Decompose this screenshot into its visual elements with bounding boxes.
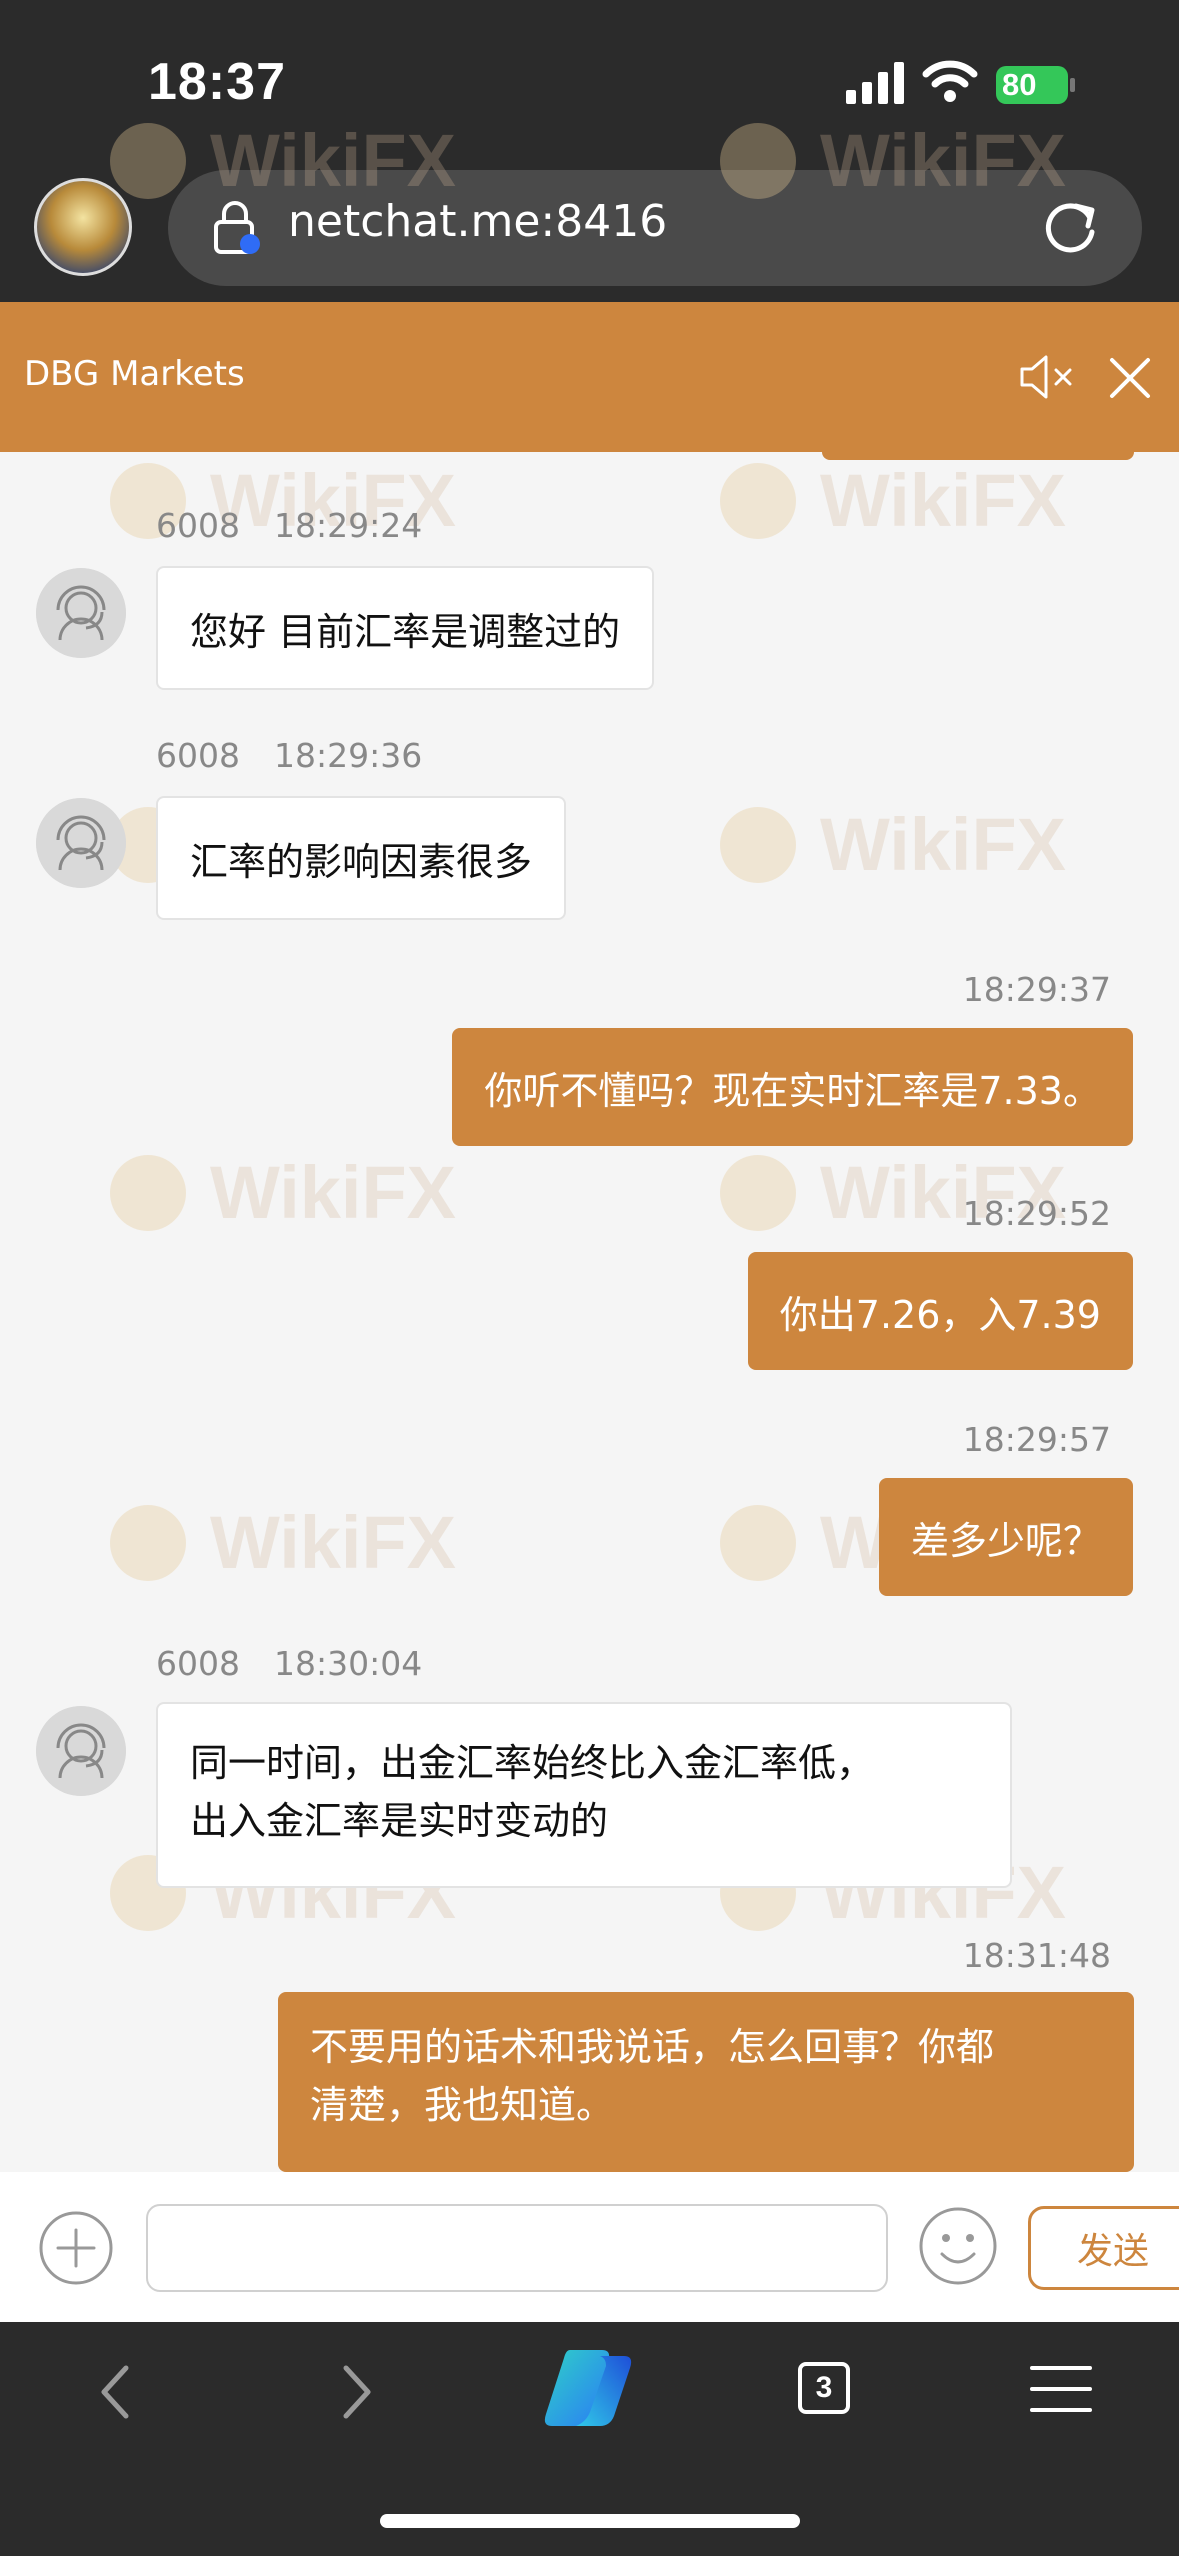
- wifi-icon: [922, 60, 978, 102]
- watermark: WikiFX: [110, 1150, 456, 1235]
- agent-avatar-icon: [36, 1706, 126, 1796]
- message-sender: 6008: [156, 506, 240, 545]
- message-time: 18:29:37: [962, 970, 1111, 1009]
- message-time: 18:29:52: [962, 1194, 1111, 1233]
- message-bubble: 你出7.26，入7.39: [747, 1252, 1133, 1370]
- lock-icon: [214, 201, 260, 254]
- emoji-icon[interactable]: [918, 2206, 998, 2286]
- battery-level: 80: [1002, 67, 1037, 102]
- message-sender: 6008: [156, 1644, 240, 1683]
- message-bubble: 汇率的影响因素很多: [156, 796, 567, 920]
- message-bubble: 不要用的话术和我说话，怎么回事？你都 清楚，我也知道。: [278, 1992, 1134, 2172]
- agent-avatar-icon: [36, 568, 126, 658]
- close-icon[interactable]: [1108, 356, 1152, 400]
- watermark: WikiFX: [110, 118, 456, 203]
- message-time: 18:31:48: [962, 1936, 1111, 1975]
- message-input[interactable]: [146, 2204, 888, 2292]
- watermark: WikiFX: [720, 802, 1066, 887]
- copilot-icon[interactable]: [540, 2346, 636, 2430]
- message-time: 18:29:36: [274, 736, 423, 775]
- url-text[interactable]: netchat.me:8416: [288, 196, 667, 247]
- watermark: WikiFX: [720, 458, 1066, 543]
- message-time: 18:29:24: [274, 506, 423, 545]
- watermark-logo-icon: [110, 1154, 186, 1231]
- tabs-icon[interactable]: 3: [798, 2362, 850, 2414]
- previous-message-bubble: [822, 440, 1134, 460]
- message-line: 出入金汇率是实时变动的: [190, 1799, 609, 1843]
- message-sender: 6008: [156, 736, 240, 775]
- mute-icon[interactable]: [1018, 352, 1076, 402]
- message-time: 18:29:57: [962, 1420, 1111, 1459]
- reload-icon[interactable]: [1040, 196, 1102, 258]
- message-line: 同一时间，出金汇率始终比入金汇率低，: [190, 1741, 875, 1785]
- menu-icon[interactable]: [1030, 2364, 1092, 2414]
- watermark: WikiFX: [110, 1500, 456, 1585]
- chat-title: DBG Markets: [24, 354, 245, 394]
- back-icon[interactable]: [96, 2362, 136, 2422]
- message-bubble: 您好 目前汇率是调整过的: [156, 566, 655, 690]
- message-line: 清楚，我也知道。: [310, 2083, 615, 2127]
- message-line: 不要用的话术和我说话，怎么回事？你都: [310, 2025, 995, 2069]
- status-time: 18:37: [148, 53, 286, 111]
- watermark-logo-icon: [720, 122, 796, 199]
- watermark-logo-icon: [110, 122, 186, 199]
- home-indicator: [380, 2514, 800, 2528]
- watermark-logo-icon: [720, 806, 796, 883]
- message-bubble: 差多少呢？: [878, 1478, 1133, 1596]
- watermark-logo-icon: [110, 1504, 186, 1581]
- plus-icon[interactable]: [38, 2210, 114, 2286]
- message-bubble: 你听不懂吗？现在实时汇率是7.33。: [452, 1028, 1133, 1146]
- agent-avatar-icon: [36, 798, 126, 888]
- signal-icon: [846, 62, 904, 104]
- watermark-logo-icon: [720, 1154, 796, 1231]
- battery-icon: 80: [996, 66, 1075, 104]
- send-button[interactable]: 发送: [1028, 2206, 1179, 2290]
- forward-icon[interactable]: [336, 2362, 376, 2422]
- message-bubble: 同一时间，出金汇率始终比入金汇率低， 出入金汇率是实时变动的: [156, 1702, 1012, 1888]
- message-time: 18:30:04: [274, 1644, 423, 1683]
- watermark-logo-icon: [720, 1504, 796, 1581]
- watermark: WikiFX: [720, 118, 1066, 203]
- watermark-logo-icon: [720, 462, 796, 539]
